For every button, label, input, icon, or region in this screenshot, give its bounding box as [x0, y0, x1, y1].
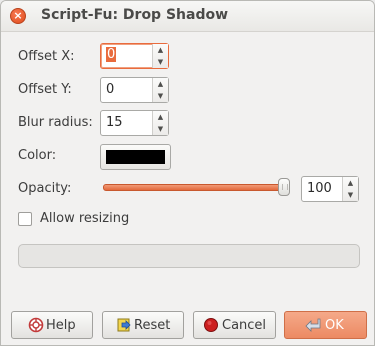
reset-button-label[interactable]: Reset — [134, 318, 170, 333]
decrement-icon[interactable]: ▼ — [343, 189, 358, 201]
close-icon: × — [13, 9, 23, 22]
increment-icon[interactable]: ▲ — [343, 177, 358, 189]
color-picker-button[interactable] — [100, 144, 171, 170]
blur-radius-label: Blur radius: — [18, 115, 93, 130]
ok-button[interactable]: OK — [284, 311, 367, 339]
offset-y-stepper[interactable]: ▲ ▼ — [152, 78, 168, 102]
cancel-button[interactable]: Cancel — [193, 311, 276, 339]
opacity-label: Opacity: — [18, 181, 72, 196]
increment-icon[interactable]: ▲ — [153, 111, 168, 123]
cancel-button-label[interactable]: Cancel — [222, 318, 266, 333]
blur-radius-spinner[interactable]: 15 ▲ ▼ — [100, 110, 169, 136]
help-button-label[interactable]: Help — [46, 318, 76, 333]
offset-x-stepper[interactable]: ▲ ▼ — [152, 44, 168, 68]
decrement-icon[interactable]: ▼ — [153, 90, 168, 102]
help-button[interactable]: Help — [11, 311, 93, 339]
help-icon — [28, 317, 44, 333]
blur-radius-stepper[interactable]: ▲ ▼ — [152, 111, 168, 135]
increment-icon[interactable]: ▲ — [153, 78, 168, 90]
enter-arrow-icon — [304, 317, 321, 333]
increment-icon[interactable]: ▲ — [153, 44, 168, 56]
opacity-spinner[interactable]: 100 ▲ ▼ — [301, 176, 359, 202]
reset-icon — [116, 317, 132, 333]
color-label: Color: — [18, 148, 57, 163]
window-title: Script-Fu: Drop Shadow — [41, 7, 229, 23]
decrement-icon[interactable]: ▼ — [153, 56, 168, 68]
blur-radius-value[interactable]: 15 — [106, 115, 123, 130]
opacity-slider-handle[interactable] — [278, 178, 290, 196]
offset-x-label: Offset X: — [18, 49, 75, 64]
title-bar: × Script-Fu: Drop Shadow — [1, 1, 374, 32]
cancel-icon — [203, 317, 219, 333]
opacity-stepper[interactable]: ▲ ▼ — [342, 177, 358, 201]
reset-button[interactable]: Reset — [102, 311, 184, 339]
ok-button-label[interactable]: OK — [325, 318, 344, 333]
progress-bar — [18, 244, 360, 268]
color-swatch — [106, 150, 165, 164]
decrement-icon[interactable]: ▼ — [153, 123, 168, 135]
opacity-value[interactable]: 100 — [307, 181, 332, 196]
opacity-slider-track[interactable] — [103, 184, 288, 191]
close-button[interactable]: × — [10, 8, 26, 24]
offset-y-value[interactable]: 0 — [106, 82, 114, 97]
allow-resizing-checkbox[interactable] — [18, 212, 32, 226]
offset-y-spinner[interactable]: 0 ▲ ▼ — [100, 77, 169, 103]
offset-y-label: Offset Y: — [18, 82, 72, 97]
offset-x-spinner[interactable]: 0 ▲ ▼ — [100, 43, 169, 69]
drop-shadow-dialog: × Script-Fu: Drop Shadow Offset X: 0 ▲ ▼… — [0, 0, 375, 346]
offset-x-value[interactable]: 0 — [106, 47, 117, 62]
allow-resizing-label[interactable]: Allow resizing — [40, 211, 129, 226]
